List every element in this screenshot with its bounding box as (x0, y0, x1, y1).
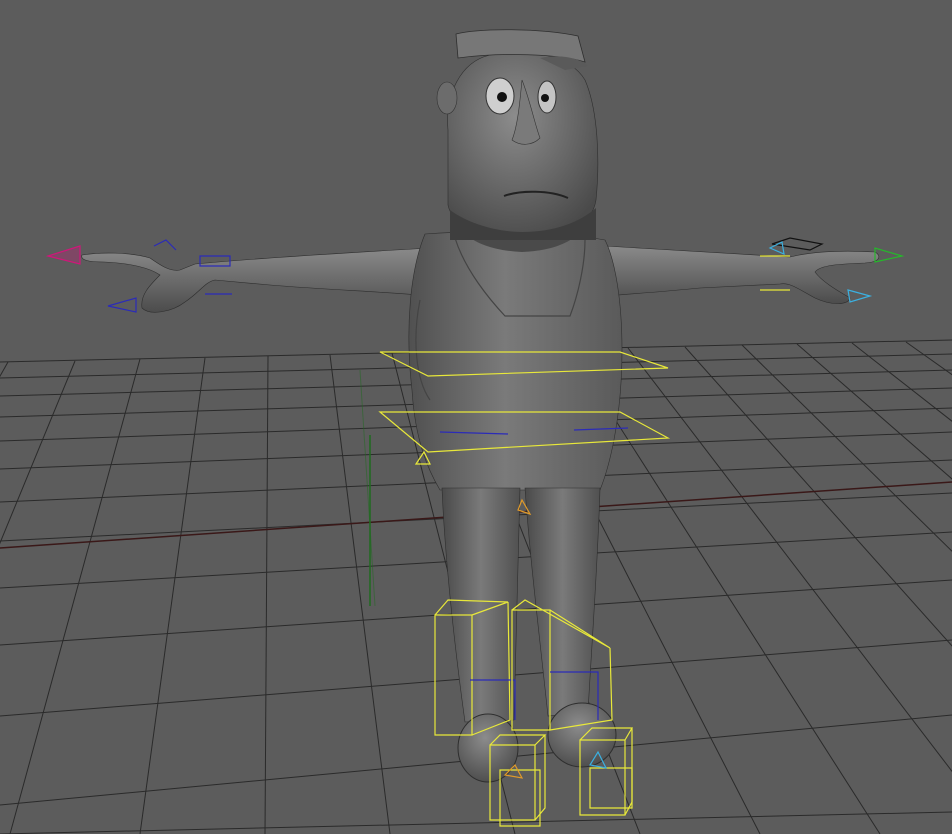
right-foot[interactable] (547, 702, 617, 768)
right-pupil (541, 94, 549, 102)
ear (436, 81, 458, 115)
3d-viewport[interactable] (0, 0, 952, 834)
viewport-canvas[interactable] (0, 0, 952, 834)
left-pupil (497, 92, 507, 102)
